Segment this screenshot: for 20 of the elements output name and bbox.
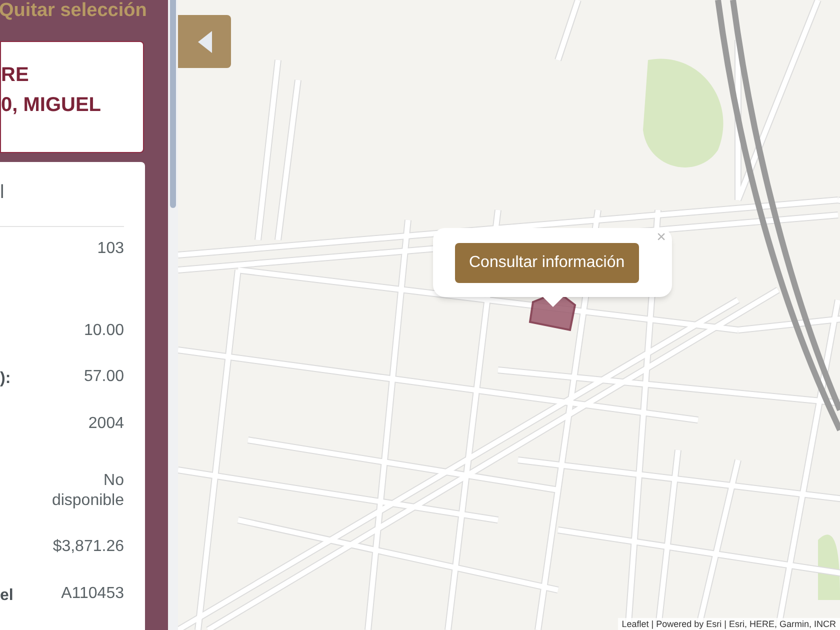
field-value: 57.00 [84, 367, 124, 387]
clear-selection-link[interactable]: Quitar selección [0, 0, 147, 23]
field-value: 2004 [88, 414, 124, 434]
collapse-panel-button[interactable] [178, 15, 231, 68]
info-heading: l [0, 182, 4, 203]
field-label: el [0, 586, 14, 606]
owner-name: 0, MIGUEL [1, 93, 102, 118]
owner-name: RE [1, 63, 30, 88]
field-value: $3,871.26 [52, 537, 124, 557]
field-label: ): [0, 369, 11, 389]
left-triangle-icon [198, 30, 212, 52]
map-attribution: Leaflet | Powered by Esri | Esri, HERE, Garmin, INCR [618, 618, 840, 630]
consult-info-button[interactable]: Consultar información [455, 242, 639, 282]
field-value: 10.00 [84, 321, 124, 341]
field-value: A110453 [61, 584, 124, 604]
close-button[interactable]: × [656, 230, 666, 246]
field-value: 103 [97, 239, 124, 259]
scrollbar-thumb[interactable] [170, 0, 176, 208]
scrollbar[interactable] [168, 0, 178, 630]
field-value: No disponible [50, 471, 124, 511]
